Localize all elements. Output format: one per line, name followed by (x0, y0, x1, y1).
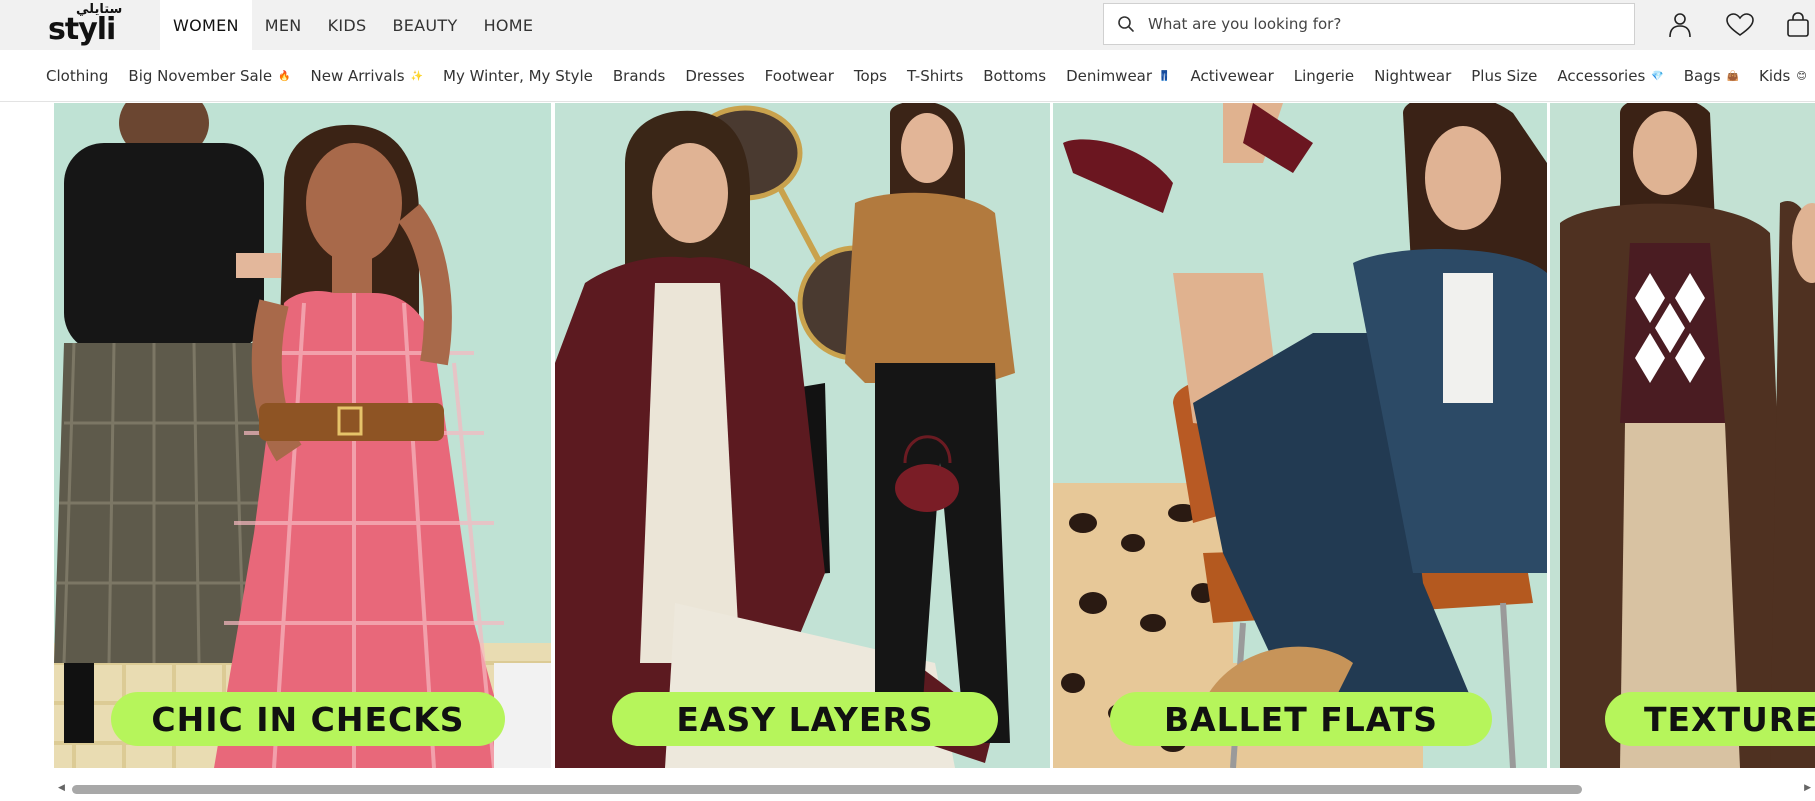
category-label: Brands (612, 67, 666, 85)
category-label: Accessories (1557, 67, 1646, 85)
category-label: Plus Size (1471, 67, 1538, 85)
category-label: New Arrivals (310, 67, 405, 85)
category-label: T-Shirts (907, 67, 964, 85)
category-label: Lingerie (1293, 67, 1355, 85)
banner-image (54, 103, 551, 768)
category-item[interactable]: Brands (603, 67, 676, 85)
scroll-right-icon[interactable]: ▶ (1804, 783, 1811, 793)
category-item[interactable]: Footwear (755, 67, 844, 85)
category-label: Bags (1683, 67, 1721, 85)
gender-tabs: WOMEN MEN KIDS BEAUTY HOME (160, 0, 546, 50)
category-item[interactable]: Nightwear (1364, 67, 1461, 85)
scroll-left-icon[interactable]: ◀ (58, 783, 65, 793)
logo-text: styli (48, 12, 116, 47)
category-nav: Clothing Big November Sale 🔥 New Arrivals ✨ M… (0, 50, 1815, 102)
bag-icon[interactable] (1782, 9, 1814, 41)
category-emoji-icon: 👜 (1726, 70, 1739, 82)
banner-image (1550, 103, 1815, 768)
banner-label[interactable]: TEXTURE (1605, 692, 1815, 746)
category-label: Nightwear (1374, 67, 1452, 85)
category-emoji-icon: 💎 (1651, 70, 1664, 82)
category-label: Dresses (685, 67, 745, 85)
user-icon[interactable] (1664, 9, 1696, 41)
category-item[interactable]: Tops (844, 67, 897, 85)
category-item[interactable]: My Winter, My Style (433, 67, 603, 85)
category-label: Kids (1759, 67, 1791, 85)
category-label: Tops (853, 67, 887, 85)
category-item[interactable]: Big November Sale 🔥 (118, 67, 300, 85)
search-box[interactable] (1103, 3, 1635, 45)
search-input[interactable] (1148, 15, 1618, 33)
carousel-scrollbar[interactable]: ◀ ▶ (54, 780, 1815, 798)
banner-easy-layers[interactable]: EASY LAYERS (555, 103, 1050, 768)
search-icon[interactable] (1104, 3, 1148, 45)
category-item[interactable]: New Arrivals ✨ (301, 67, 434, 85)
category-item[interactable]: Denimwear 👖 (1056, 67, 1180, 85)
category-label: Clothing (46, 67, 109, 85)
category-item[interactable]: Bottoms (973, 67, 1056, 85)
category-item[interactable]: Lingerie (1284, 67, 1364, 85)
category-item[interactable]: Dresses (675, 67, 754, 85)
category-item[interactable]: Clothing (36, 67, 118, 85)
category-label: My Winter, My Style (443, 67, 593, 85)
banner-ballet-flats[interactable]: BALLET FLATS (1053, 103, 1547, 768)
banner-carousel[interactable]: CHIC IN CHECKS EASY LAYERS BALLET FLATS … (54, 103, 1815, 768)
banner-label[interactable]: BALLET FLATS (1110, 692, 1492, 746)
category-label: Denimwear (1066, 67, 1153, 85)
heart-icon[interactable] (1724, 9, 1756, 41)
category-emoji-icon: 👖 (1158, 70, 1171, 82)
category-item[interactable]: Kids 😊 (1749, 67, 1815, 85)
tab-women[interactable]: WOMEN (160, 0, 252, 50)
category-item[interactable]: Bags 👜 (1674, 67, 1749, 85)
category-emoji-icon: 🔥 (278, 70, 291, 82)
category-item[interactable]: T-Shirts (897, 67, 973, 85)
banner-chic-in-checks[interactable]: CHIC IN CHECKS (54, 103, 551, 768)
scrollbar-thumb[interactable] (72, 785, 1582, 794)
category-emoji-icon: ✨ (410, 70, 424, 82)
category-label: Footwear (764, 67, 834, 85)
tab-kids[interactable]: KIDS (315, 0, 380, 50)
category-item[interactable]: Activewear (1180, 67, 1283, 85)
banner-image (555, 103, 1050, 768)
category-item[interactable]: Plus Size (1461, 67, 1547, 85)
tab-home[interactable]: HOME (471, 0, 547, 50)
tab-beauty[interactable]: BEAUTY (379, 0, 470, 50)
banner-image (1053, 103, 1547, 768)
category-label: Big November Sale (128, 67, 273, 85)
top-header: ستايلي styli WOMEN MEN KIDS BEAUTY HOME (0, 0, 1815, 50)
category-list: Clothing Big November Sale 🔥 New Arrivals ✨ M… (36, 50, 1815, 101)
category-emoji-icon: 😊 (1796, 70, 1807, 82)
tab-men[interactable]: MEN (252, 0, 315, 50)
styli-logo[interactable]: ستايلي styli (46, 2, 122, 47)
banner-texture[interactable]: TEXTURE (1550, 103, 1815, 768)
category-label: Bottoms (983, 67, 1047, 85)
category-label: Activewear (1190, 67, 1274, 85)
banner-label[interactable]: CHIC IN CHECKS (111, 692, 505, 746)
banner-label[interactable]: EASY LAYERS (612, 692, 998, 746)
category-item[interactable]: Accessories 💎 (1547, 67, 1673, 85)
